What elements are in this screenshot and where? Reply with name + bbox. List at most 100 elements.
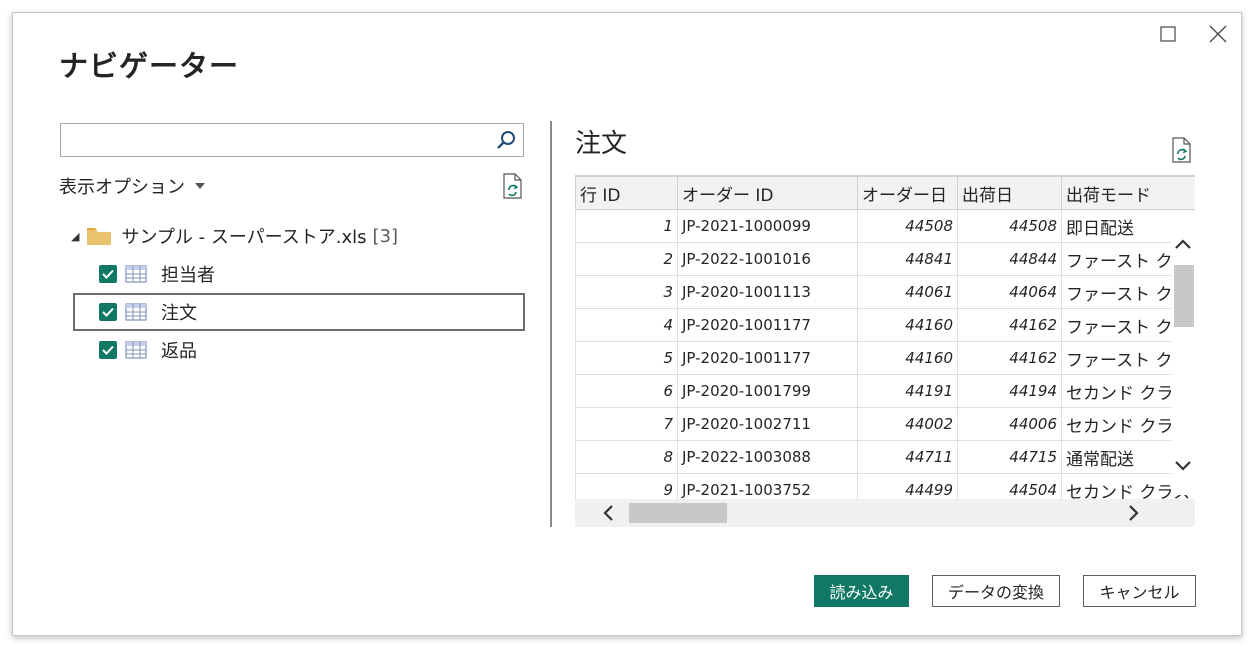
refresh-document-icon xyxy=(1172,137,1191,163)
dialog-title: ナビゲーター xyxy=(59,49,240,83)
table-cell: 44064 xyxy=(957,275,1062,309)
table-cell: 44162 xyxy=(957,308,1062,342)
table-row: 2 JP-2022-1001016 44841 44844 ファースト クラ xyxy=(575,242,1195,276)
column-header[interactable]: オーダー日 xyxy=(857,176,958,210)
maximize-icon xyxy=(1160,26,1176,42)
file-item-count: [3] xyxy=(372,225,399,247)
table-row: 5 JP-2020-1001177 44160 44162 ファースト クラ xyxy=(575,341,1195,375)
table-icon xyxy=(125,265,147,283)
table-cell: 2 xyxy=(575,242,678,276)
table-icon xyxy=(125,341,147,359)
chevron-right-icon xyxy=(1129,505,1139,521)
table-cell: 44160 xyxy=(857,308,958,342)
preview-table: 行 ID オーダー ID オーダー日 出荷日 出荷モード 1 JP-2021-1… xyxy=(575,176,1195,507)
table-cell: 44508 xyxy=(957,209,1062,243)
checkbox-henpin[interactable] xyxy=(99,341,117,359)
scroll-left-button[interactable] xyxy=(597,501,619,525)
table-cell: 44844 xyxy=(957,242,1062,276)
table-cell: 44191 xyxy=(857,374,958,408)
table-cell: 44841 xyxy=(857,242,958,276)
tree-item-label: 返品 xyxy=(161,341,197,362)
table-cell: JP-2020-1001177 xyxy=(677,341,858,375)
chevron-up-icon xyxy=(1175,239,1191,249)
table-cell: 44715 xyxy=(957,440,1062,474)
table-cell: 4 xyxy=(575,308,678,342)
table-cell: JP-2020-1001799 xyxy=(677,374,858,408)
table-cell: JP-2020-1001113 xyxy=(677,275,858,309)
refresh-button-left[interactable] xyxy=(502,173,524,203)
tree-item-henpin[interactable]: 返品 xyxy=(67,331,527,369)
table-icon xyxy=(125,303,147,321)
table-row: 6 JP-2020-1001799 44191 44194 セカンド クラス xyxy=(575,374,1195,408)
tree-file-node[interactable]: ◢ サンプル - スーパーストア.xls [3] xyxy=(67,217,527,255)
table-row: 4 JP-2020-1001177 44160 44162 ファースト クラ xyxy=(575,308,1195,342)
view-options-label: 表示オプション xyxy=(59,177,185,198)
chevron-down-icon xyxy=(1175,461,1191,471)
table-cell: 7 xyxy=(575,407,678,441)
table-row: 7 JP-2020-1002711 44002 44006 セカンド クラス xyxy=(575,407,1195,441)
table-cell: 5 xyxy=(575,341,678,375)
table-cell: 8 xyxy=(575,440,678,474)
scroll-down-button[interactable] xyxy=(1171,455,1195,477)
close-icon xyxy=(1209,25,1227,43)
folder-icon xyxy=(87,228,112,245)
table-cell: 44508 xyxy=(857,209,958,243)
table-cell: JP-2021-1000099 xyxy=(677,209,858,243)
preview-table-container: 行 ID オーダー ID オーダー日 出荷日 出荷モード 1 JP-2021-1… xyxy=(575,175,1195,528)
table-cell: 44061 xyxy=(857,275,958,309)
checkmark-icon xyxy=(102,269,114,279)
table-cell: JP-2020-1002711 xyxy=(677,407,858,441)
table-cell: 44194 xyxy=(957,374,1062,408)
tree-item-label: 注文 xyxy=(161,303,197,324)
table-cell: 44002 xyxy=(857,407,958,441)
refresh-document-icon xyxy=(503,173,522,199)
scroll-right-button[interactable] xyxy=(1123,501,1145,525)
chevron-down-icon xyxy=(195,183,205,189)
maximize-button[interactable] xyxy=(1157,23,1179,45)
vertical-scrollbar[interactable] xyxy=(1171,213,1195,495)
table-cell: JP-2022-1001016 xyxy=(677,242,858,276)
table-cell: 44162 xyxy=(957,341,1062,375)
table-cell: 6 xyxy=(575,374,678,408)
tree-item-tantousha[interactable]: 担当者 xyxy=(67,255,527,293)
chevron-left-icon xyxy=(603,505,613,521)
preview-title: 注文 xyxy=(575,129,628,159)
column-header[interactable]: オーダー ID xyxy=(677,176,858,210)
table-header-row: 行 ID オーダー ID オーダー日 出荷日 出荷モード xyxy=(575,176,1195,210)
transform-data-button[interactable]: データの変換 xyxy=(932,575,1060,607)
vertical-scroll-thumb[interactable] xyxy=(1174,265,1194,327)
pane-divider[interactable] xyxy=(550,121,552,527)
checkmark-icon xyxy=(102,345,114,355)
search-icon[interactable] xyxy=(495,129,517,151)
close-button[interactable] xyxy=(1207,23,1229,45)
load-button[interactable]: 読み込み xyxy=(814,575,909,607)
table-cell: 44711 xyxy=(857,440,958,474)
checkbox-tantousha[interactable] xyxy=(99,265,117,283)
column-header[interactable]: 出荷日 xyxy=(957,176,1062,210)
refresh-button-right[interactable] xyxy=(1171,137,1193,167)
cancel-button[interactable]: キャンセル xyxy=(1083,575,1196,607)
navigator-tree: ◢ サンプル - スーパーストア.xls [3] 担当者 注文 返品 xyxy=(67,217,527,369)
table-cell: JP-2022-1003088 xyxy=(677,440,858,474)
column-header[interactable]: 行 ID xyxy=(575,176,678,210)
table-cell: 3 xyxy=(575,275,678,309)
scroll-up-button[interactable] xyxy=(1171,233,1195,255)
table-cell: 44160 xyxy=(857,341,958,375)
checkmark-icon xyxy=(102,307,114,317)
table-row: 3 JP-2020-1001113 44061 44064 ファースト クラ xyxy=(575,275,1195,309)
column-header[interactable]: 出荷モード xyxy=(1061,176,1195,210)
view-options-dropdown[interactable]: 表示オプション xyxy=(59,173,205,199)
table-cell: 1 xyxy=(575,209,678,243)
horizontal-scroll-thumb[interactable] xyxy=(629,503,727,523)
navigator-dialog: ナビゲーター 表示オプション ◢ サンプル - スーパーストア.xls [3] … xyxy=(12,12,1242,636)
table-row: 1 JP-2021-1000099 44508 44508 即日配送 xyxy=(575,209,1195,243)
checkbox-chuumon[interactable] xyxy=(99,303,117,321)
file-name: サンプル - スーパーストア.xls xyxy=(121,227,367,248)
table-row: 8 JP-2022-1003088 44711 44715 通常配送 xyxy=(575,440,1195,474)
tree-item-label: 担当者 xyxy=(161,265,215,286)
tree-item-chuumon[interactable]: 注文 xyxy=(73,293,525,331)
table-cell: 44006 xyxy=(957,407,1062,441)
search-input[interactable] xyxy=(60,123,524,157)
collapse-caret-icon[interactable]: ◢ xyxy=(71,230,79,243)
table-cell: JP-2020-1001177 xyxy=(677,308,858,342)
